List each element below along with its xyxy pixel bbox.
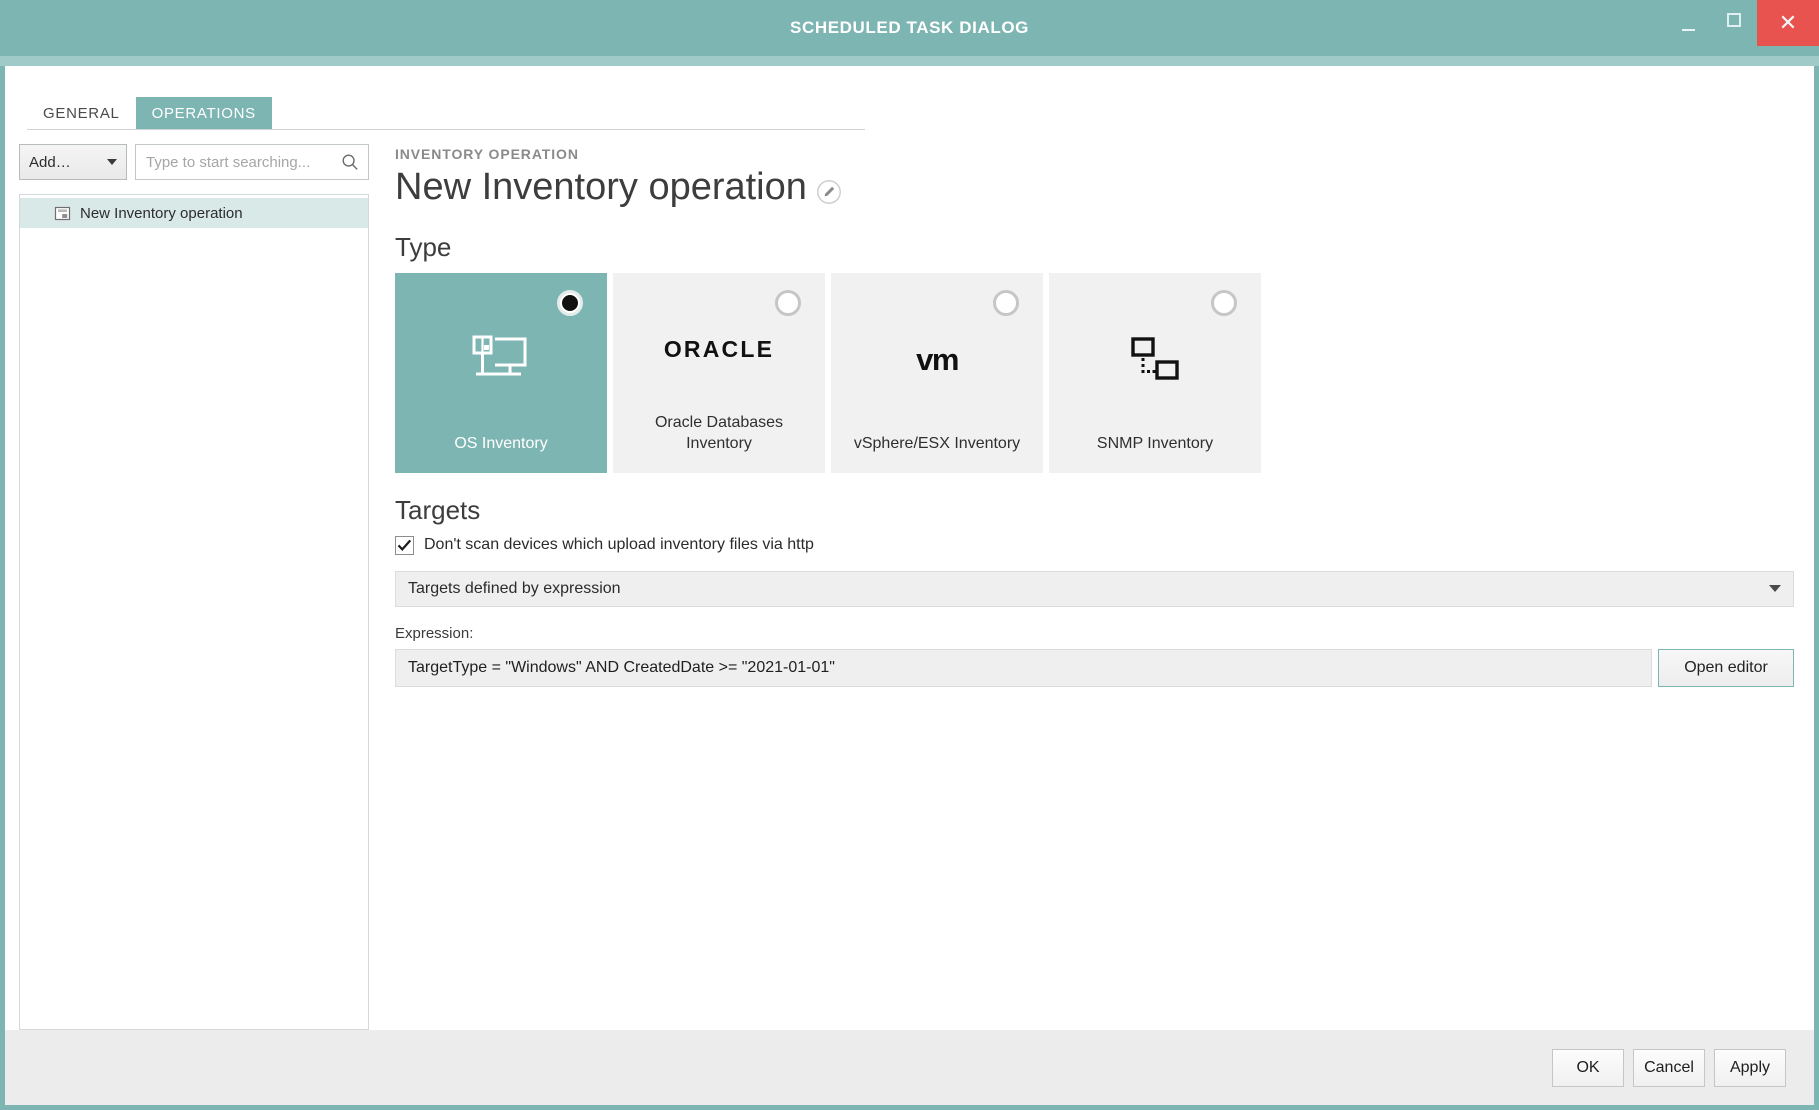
os-inventory-icon xyxy=(471,333,531,387)
operation-icon xyxy=(54,205,71,222)
radio-vsphere-esx[interactable] xyxy=(993,290,1019,316)
no-http-scan-checkbox-row[interactable]: Don't scan devices which upload inventor… xyxy=(395,536,1794,555)
list-item-label: New Inventory operation xyxy=(80,205,243,222)
tab-operations[interactable]: OPERATIONS xyxy=(136,97,272,130)
type-card-label: SNMP Inventory xyxy=(1089,433,1221,472)
radio-snmp-inventory[interactable] xyxy=(1211,290,1237,316)
operations-tree[interactable]: New Inventory operation xyxy=(19,194,369,1030)
page-title-row: New Inventory operation xyxy=(395,166,1794,210)
ok-button[interactable]: OK xyxy=(1552,1049,1624,1087)
tab-bar-rule xyxy=(27,129,865,130)
type-card-os-inventory[interactable]: OS Inventory xyxy=(395,273,607,473)
maximize-button[interactable] xyxy=(1711,0,1757,40)
vmware-logo-icon: vm xyxy=(916,342,958,378)
chevron-down-icon xyxy=(1769,585,1781,592)
tab-bar: GENERAL OPERATIONS xyxy=(5,66,1814,130)
type-section-heading: Type xyxy=(395,232,1794,263)
open-editor-button[interactable]: Open editor xyxy=(1658,649,1794,687)
cancel-button[interactable]: Cancel xyxy=(1633,1049,1705,1087)
apply-button[interactable]: Apply xyxy=(1714,1049,1786,1087)
search-placeholder: Type to start searching... xyxy=(146,154,341,171)
no-http-scan-checkbox[interactable] xyxy=(395,536,414,555)
scheduled-task-dialog-window: SCHEDULED TASK DIALOG ✕ GENERAL OPERATIO… xyxy=(0,0,1819,1110)
expression-value: TargetType = "Windows" AND CreatedDate >… xyxy=(408,659,835,677)
add-dropdown-label: Add… xyxy=(29,154,71,171)
type-card-label: vSphere/ESX Inventory xyxy=(846,433,1028,472)
window-controls: ✕ xyxy=(1665,0,1819,56)
snmp-network-icon xyxy=(1129,336,1181,384)
edit-pencil-icon[interactable] xyxy=(816,179,842,205)
window-title: SCHEDULED TASK DIALOG xyxy=(790,18,1029,38)
expression-input[interactable]: TargetType = "Windows" AND CreatedDate >… xyxy=(395,649,1652,687)
dialog-client-area: GENERAL OPERATIONS Add… Type to start se… xyxy=(5,66,1814,1105)
tab-general[interactable]: GENERAL xyxy=(27,97,136,130)
radio-os-inventory[interactable] xyxy=(557,290,583,316)
left-pane-toolbar: Add… Type to start searching... xyxy=(19,144,369,180)
page-title: New Inventory operation xyxy=(395,166,807,210)
radio-dot-icon xyxy=(562,295,578,311)
title-bar-underline xyxy=(0,56,1819,66)
close-icon: ✕ xyxy=(1779,12,1797,34)
add-dropdown-button[interactable]: Add… xyxy=(19,144,127,180)
close-button[interactable]: ✕ xyxy=(1757,0,1819,46)
type-card-snmp-inventory[interactable]: SNMP Inventory xyxy=(1049,273,1261,473)
operation-detail-pane: INVENTORY OPERATION New Inventory operat… xyxy=(369,144,1814,1030)
checkmark-icon xyxy=(397,539,412,552)
search-icon xyxy=(341,153,359,171)
type-card-label: Oracle Databases Inventory xyxy=(613,412,825,473)
title-bar: SCHEDULED TASK DIALOG ✕ xyxy=(0,0,1819,56)
oracle-logo-icon: ORACLE xyxy=(664,336,774,363)
chevron-down-icon xyxy=(107,159,117,165)
search-input[interactable]: Type to start searching... xyxy=(135,144,369,180)
minimize-button[interactable] xyxy=(1665,0,1711,50)
operations-left-pane: Add… Type to start searching... xyxy=(5,144,369,1030)
type-card-oracle-databases[interactable]: ORACLE Oracle Databases Inventory xyxy=(613,273,825,473)
targets-mode-select[interactable]: Targets defined by expression xyxy=(395,571,1794,607)
targets-mode-value: Targets defined by expression xyxy=(408,580,621,598)
no-http-scan-label: Don't scan devices which upload inventor… xyxy=(424,536,814,554)
type-card-label: OS Inventory xyxy=(446,433,555,472)
minimize-icon xyxy=(1682,29,1695,31)
dialog-footer: OK Cancel Apply xyxy=(5,1030,1814,1105)
content-area: Add… Type to start searching... xyxy=(5,130,1814,1030)
type-card-group: OS Inventory ORACLE Oracle Databases Inv… xyxy=(395,273,1794,473)
maximize-icon xyxy=(1727,13,1741,27)
detail-eyebrow: INVENTORY OPERATION xyxy=(395,146,1794,162)
list-item[interactable]: New Inventory operation xyxy=(20,198,368,228)
expression-label: Expression: xyxy=(395,625,1794,642)
expression-row: TargetType = "Windows" AND CreatedDate >… xyxy=(395,649,1794,687)
radio-oracle-databases[interactable] xyxy=(775,290,801,316)
targets-section-heading: Targets xyxy=(395,495,1794,526)
type-card-vsphere-esx[interactable]: vm vSphere/ESX Inventory xyxy=(831,273,1043,473)
